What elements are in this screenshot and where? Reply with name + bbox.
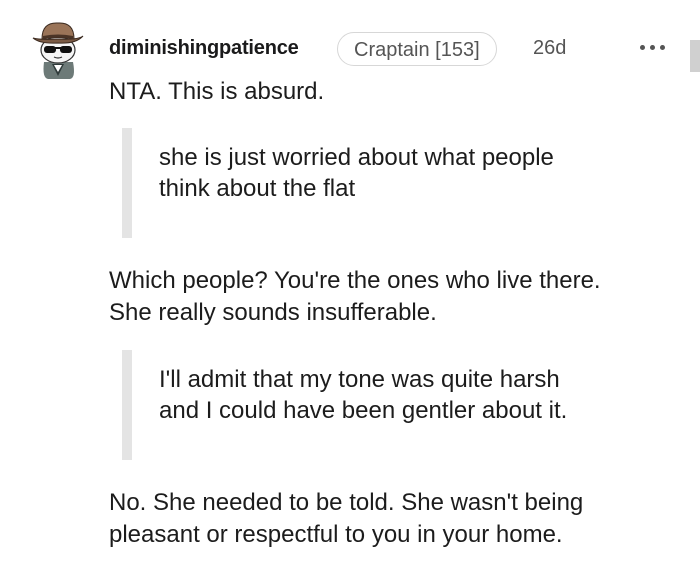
avatar[interactable] (30, 18, 86, 80)
paragraph-line: No. She needed to be told. She wasn't be… (109, 489, 584, 516)
paragraph-line: She really sounds insufferable. (109, 299, 437, 326)
quote-line: she is just worried about what people (159, 144, 554, 171)
user-flair-badge: Craptain [153] (337, 32, 497, 66)
quote-block: I'll admit that my tone was quite harsh … (159, 364, 567, 426)
paragraph-line: pleasant or respectful to you in your ho… (109, 521, 563, 548)
comment-paragraph: No. She needed to be told. She wasn't be… (109, 487, 583, 551)
comment-paragraph: Which people? You're the ones who live t… (109, 265, 601, 329)
snoo-cowboy-avatar-icon (32, 22, 84, 79)
paragraph-line: Which people? You're the ones who live t… (109, 267, 601, 294)
comment-timestamp: 26d (533, 37, 567, 59)
scrollbar[interactable] (690, 40, 700, 72)
quote-line: and I could have been gentler about it. (159, 397, 568, 424)
comment-paragraph: NTA. This is absurd. (109, 78, 325, 105)
quote-block: she is just worried about what people th… (159, 142, 554, 204)
comment-author[interactable]: diminishingpatience (109, 37, 299, 60)
quote-bar (122, 128, 132, 238)
quote-line: think about the flat (159, 175, 356, 202)
quote-bar (122, 350, 132, 460)
more-horizontal-icon[interactable] (637, 32, 669, 62)
quote-line: I'll admit that my tone was quite harsh (159, 366, 560, 393)
